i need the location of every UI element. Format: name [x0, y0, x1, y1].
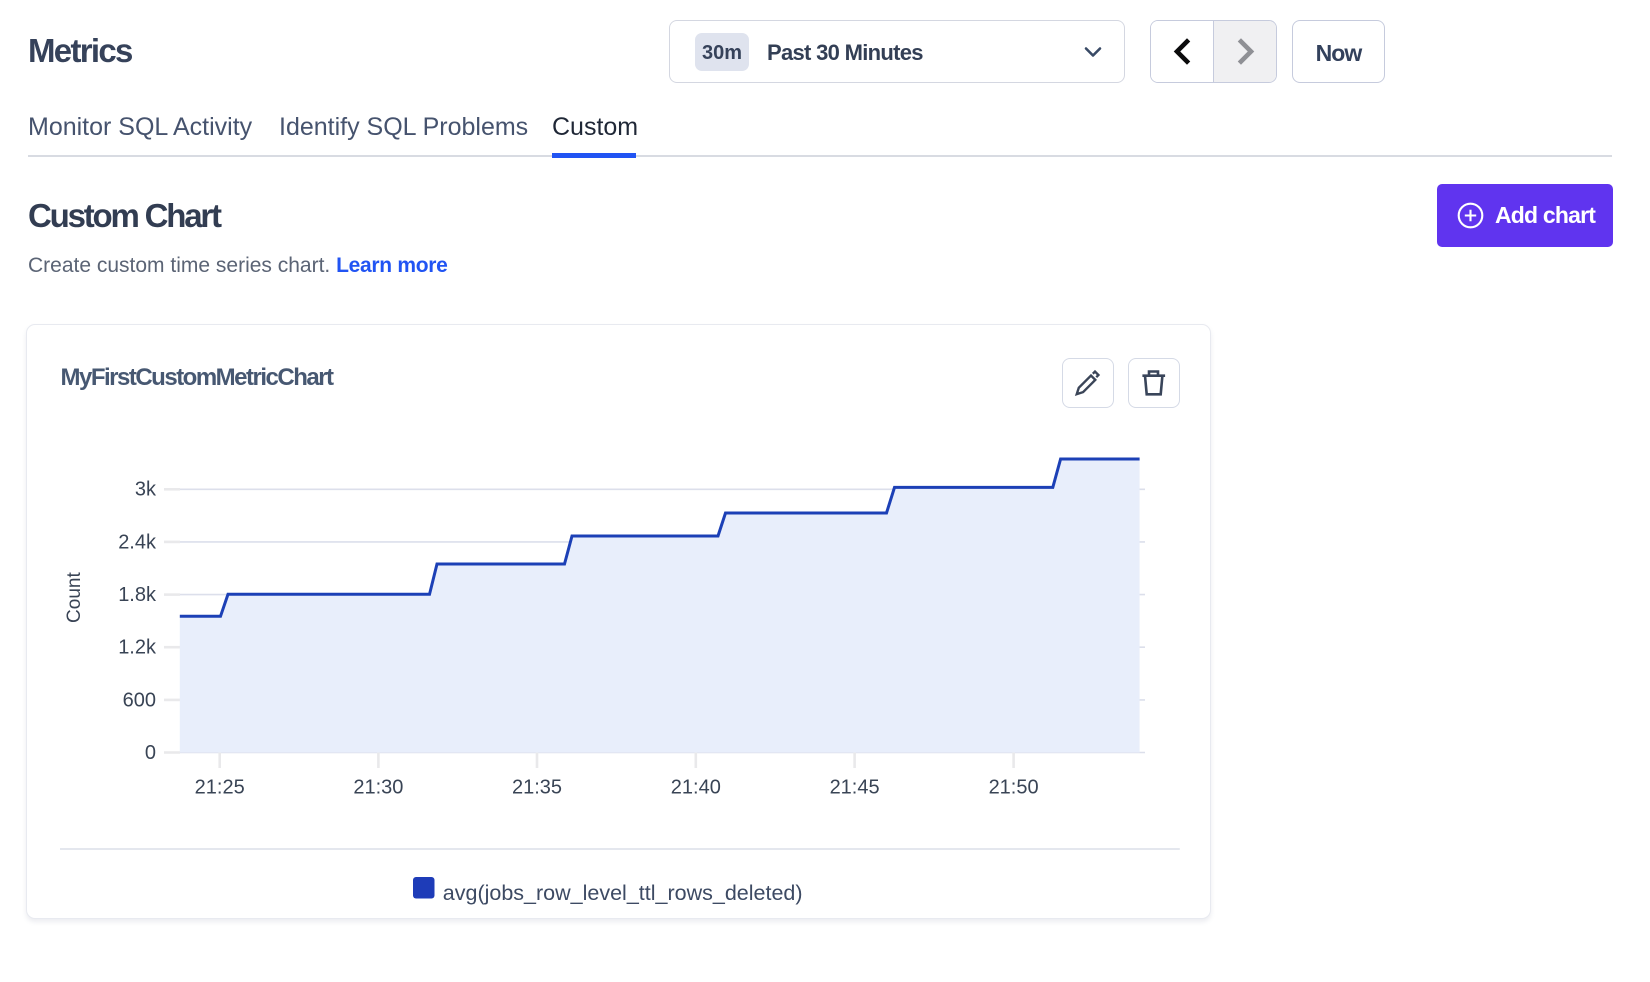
- svg-text:Count: Count: [64, 572, 85, 623]
- svg-text:1.8k: 1.8k: [118, 584, 157, 606]
- svg-text:600: 600: [123, 689, 156, 711]
- svg-text:2.4k: 2.4k: [118, 531, 157, 553]
- svg-text:1.2k: 1.2k: [118, 637, 157, 659]
- svg-text:21:50: 21:50: [989, 776, 1039, 798]
- svg-text:avg(jobs_row_level_ttl_rows_de: avg(jobs_row_level_ttl_rows_deleted): [443, 881, 803, 905]
- svg-text:21:30: 21:30: [353, 776, 403, 798]
- svg-text:3k: 3k: [135, 479, 157, 501]
- svg-text:0: 0: [145, 742, 156, 764]
- svg-text:21:35: 21:35: [512, 776, 562, 798]
- svg-text:21:40: 21:40: [671, 776, 721, 798]
- svg-text:21:25: 21:25: [195, 776, 245, 798]
- svg-text:21:45: 21:45: [830, 776, 880, 798]
